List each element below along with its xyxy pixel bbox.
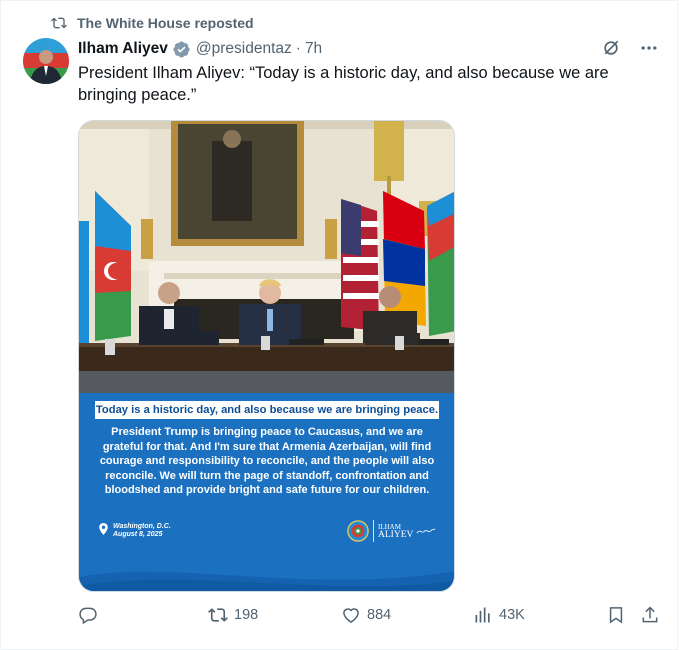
separator-dot: ·	[295, 40, 301, 57]
location-date: August 8, 2025	[113, 531, 163, 538]
repost-icon	[51, 17, 67, 29]
signature-icon	[416, 528, 436, 533]
views-count: 43K	[499, 607, 525, 623]
post-header: Ilham Aliyev @presidentaz · 7h	[78, 38, 322, 60]
brand-divider	[373, 520, 374, 542]
like-count: 884	[367, 607, 392, 623]
quote-body: President Trump is bringing peace to Cau…	[99, 426, 435, 496]
top-actions	[601, 38, 659, 58]
repost-label: The White House reposted	[77, 15, 254, 31]
decorative-wave	[79, 571, 454, 591]
author-name[interactable]: Ilham Aliyev	[78, 40, 168, 58]
location-pin-icon	[99, 523, 108, 535]
reply-button[interactable]	[78, 605, 104, 625]
share-icon	[642, 606, 658, 623]
views-button[interactable]: 43K	[473, 605, 525, 625]
avatar[interactable]	[23, 38, 69, 84]
repost-context[interactable]: The White House reposted	[51, 13, 254, 33]
bookmark-icon	[609, 607, 623, 624]
verified-badge-icon[interactable]	[172, 40, 191, 59]
tweet-text: President Ilham Aliyev: “Today is a hist…	[78, 64, 609, 104]
heart-icon	[343, 608, 359, 623]
post-time[interactable]: 7h	[305, 40, 322, 58]
repost-button[interactable]: 198	[208, 605, 258, 625]
quote-headline: Today is a historic day, and also becaus…	[95, 401, 439, 419]
grok-icon[interactable]	[601, 38, 621, 58]
author-handle[interactable]: @presidentaz	[196, 40, 292, 58]
repost-icon	[208, 608, 228, 622]
views-icon	[475, 607, 490, 623]
action-bar: 198 884 43K	[78, 605, 663, 629]
location-place: Washington, D.C.	[113, 523, 171, 530]
repost-count: 198	[234, 607, 259, 623]
bookmark-button[interactable]	[606, 605, 632, 625]
post[interactable]: The White House reposted Ilham Aliyev @p…	[0, 0, 678, 650]
location-stamp: Washington, D.C. August 8, 2025	[99, 523, 171, 539]
share-button[interactable]	[640, 605, 666, 625]
like-button[interactable]: 884	[341, 605, 391, 625]
brand-logo: ILHAM ALIYEV	[347, 520, 436, 542]
reply-icon	[79, 607, 97, 625]
more-icon[interactable]	[639, 38, 659, 58]
post-image[interactable]: Today is a historic day, and also becaus…	[78, 120, 455, 592]
brand-surname: ALIYEV	[378, 530, 414, 540]
meeting-photo	[79, 121, 454, 393]
emblem-icon	[347, 520, 369, 542]
